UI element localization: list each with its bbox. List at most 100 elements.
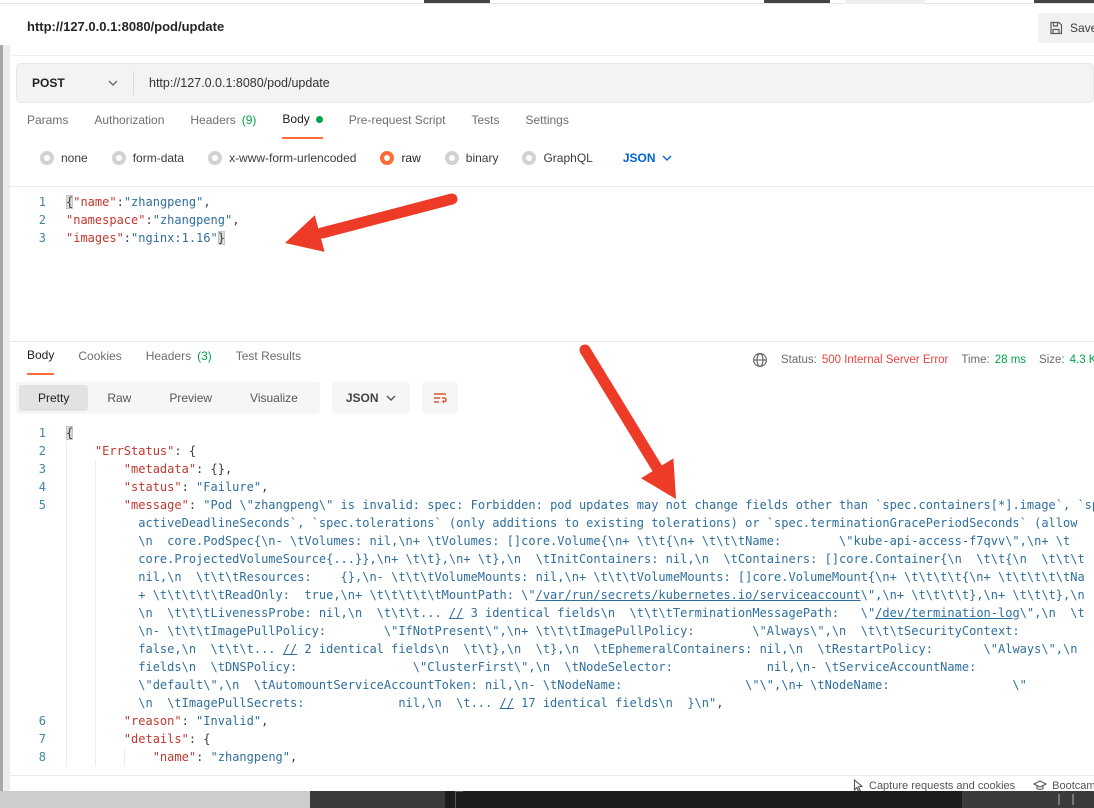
background-tab-remnant — [764, 0, 830, 3]
code-text: "reason": "Invalid", — [66, 712, 268, 730]
response-tab-body[interactable]: Body — [27, 348, 54, 375]
code-text: activeDeadlineSeconds`, `spec.toleration… — [66, 514, 1085, 532]
response-tab-test-results[interactable]: Test Results — [236, 348, 301, 375]
code-line: + \t\t\t\t\tReadOnly: true,\n+ \t\t\t\t\… — [0, 586, 1094, 604]
code-line: nil,\n \t\t\tResources: {},\n- \t\t\tVol… — [0, 568, 1094, 586]
view-tab-visualize[interactable]: Visualize — [231, 385, 317, 411]
code-text: "details": { — [66, 730, 211, 748]
body-mode-label: form-data — [133, 151, 184, 165]
view-tab-preview[interactable]: Preview — [150, 385, 231, 411]
body-mode-label: binary — [466, 151, 499, 165]
radio-icon — [112, 151, 126, 165]
code-line: activeDeadlineSeconds`, `spec.toleration… — [0, 514, 1094, 532]
tab-label: Headers — [190, 113, 235, 127]
tab-label: Authorization — [94, 113, 164, 127]
background-tab-remnant — [1034, 0, 1094, 3]
code-text: + \t\t\t\t\tReadOnly: true,\n+ \t\t\t\t\… — [66, 586, 1085, 604]
indent-guide — [455, 791, 463, 808]
size-field: Size: 4.3 KB — [1039, 354, 1094, 366]
code-text: \n core.PodSpec{\n- \tVolumes: nil,\n+ \… — [66, 532, 1070, 550]
view-tab-group: PrettyRawPreviewVisualize — [16, 382, 320, 414]
request-tabs: Params Authorization Headers (9) Body Pre-req… — [27, 112, 569, 139]
background-tab-remnant — [424, 0, 490, 3]
tab-pre-request-script[interactable]: Pre-request Script — [349, 112, 446, 139]
view-tab-pretty[interactable]: Pretty — [19, 385, 88, 411]
background-tab-remnant — [845, 0, 925, 4]
code-text: "metadata": {}, — [66, 460, 232, 478]
tab-body[interactable]: Body — [282, 112, 322, 139]
code-line: 4 "status": "Failure", — [0, 478, 1094, 496]
code-text: \n- \t\t\tImagePullPolicy: \"IfNotPresen… — [66, 622, 1020, 640]
response-format-selector[interactable]: JSON — [332, 382, 410, 414]
tab-label: Tests — [471, 113, 499, 127]
body-mode-label: x-www-form-urlencoded — [229, 151, 356, 165]
wrap-text-button[interactable] — [422, 382, 458, 414]
background-window-mark — [1072, 794, 1074, 805]
body-format-selector[interactable]: JSON — [623, 151, 672, 165]
response-view-bar: PrettyRawPreviewVisualize JSON — [16, 382, 458, 414]
response-tab-cookies[interactable]: Cookies — [78, 348, 121, 375]
body-mode-label: none — [61, 151, 88, 165]
tab-label: Cookies — [78, 349, 121, 363]
code-text: {"name":"zhangpeng", — [66, 193, 211, 211]
code-text: "message": "Pod \"zhangpeng\" is invalid… — [66, 496, 1094, 514]
tab-label: Body — [282, 112, 309, 126]
save-button[interactable]: Save — [1038, 13, 1094, 43]
response-meta: Status: 500 Internal Server Error Time: … — [752, 352, 1094, 368]
code-text: "namespace":"zhangpeng", — [66, 211, 239, 229]
status-label: Status: — [781, 354, 817, 366]
code-text: fields\n \tDNSPolicy: \"ClusterFirst\",\… — [66, 658, 976, 676]
tab-label: Settings — [526, 113, 569, 127]
method-selector[interactable]: POST — [17, 76, 133, 90]
body-mode-raw[interactable]: raw — [380, 151, 420, 165]
tab-label: Params — [27, 113, 68, 127]
code-text: core.ProjectedVolumeSource{...}},\n+ \t\… — [66, 550, 1085, 568]
code-line: \n core.PodSpec{\n- \tVolumes: nil,\n+ \… — [0, 532, 1094, 550]
code-line: 7 "details": { — [0, 730, 1094, 748]
tab-settings[interactable]: Settings — [526, 112, 569, 139]
body-mode-x-www-form-urlencoded[interactable]: x-www-form-urlencoded — [208, 151, 356, 165]
background-window-mark — [1058, 794, 1060, 805]
url-input[interactable]: http://127.0.0.1:8080/pod/update — [134, 76, 330, 90]
code-text: \n \t\t\tLivenessProbe: nil,\n \t\t\t...… — [66, 604, 1085, 622]
save-label: Save — [1070, 21, 1094, 35]
tab-authorization[interactable]: Authorization — [94, 112, 164, 139]
body-mode-binary[interactable]: binary — [445, 151, 499, 165]
tab-tests[interactable]: Tests — [471, 112, 499, 139]
tab-headers[interactable]: Headers (9) — [190, 112, 256, 139]
background-tabbar-sliver — [0, 0, 1094, 4]
postman-window: http://127.0.0.1:8080/pod/update Save PO… — [0, 0, 1094, 808]
response-tab-headers[interactable]: Headers(3) — [146, 348, 212, 375]
code-text: "images":"nginx:1.16"} — [66, 229, 225, 247]
body-mode-form-data[interactable]: form-data — [112, 151, 184, 165]
response-format-label: JSON — [346, 391, 379, 405]
graduation-cap-icon — [1033, 780, 1047, 791]
view-tab-raw[interactable]: Raw — [88, 385, 150, 411]
request-body-editor[interactable]: 1{"name":"zhangpeng",2"namespace":"zhang… — [0, 186, 1094, 336]
code-line: \n \tImagePullSecrets: nil,\n \t... // 1… — [0, 694, 1094, 712]
tab-label: Body — [27, 348, 54, 362]
background-window-dark: if err != nil { — [310, 791, 1094, 808]
radio-icon — [445, 151, 459, 165]
tab-count: (3) — [197, 349, 212, 363]
wrap-text-icon — [432, 390, 448, 406]
body-mode-none[interactable]: none — [40, 151, 88, 165]
bootcamp-button[interactable]: Bootcamp — [1033, 780, 1094, 792]
size-label: Size: — [1039, 354, 1065, 366]
response-separator — [0, 341, 1094, 342]
tab-params[interactable]: Params — [27, 112, 68, 139]
code-text: nil,\n \t\t\tResources: {},\n- \t\t\tVol… — [66, 568, 1085, 586]
tab-label: Test Results — [236, 349, 301, 363]
method-label: POST — [32, 76, 65, 90]
tab-count: (9) — [242, 113, 257, 127]
url-bar: POST http://127.0.0.1:8080/pod/update — [16, 63, 1094, 103]
chevron-down-icon — [386, 395, 396, 401]
body-mode-graphql[interactable]: GraphQL — [522, 151, 592, 165]
code-text: false,\n \t\t\t... // 2 identical fields… — [66, 640, 1077, 658]
time-value: 28 ms — [995, 354, 1026, 366]
size-value: 4.3 KB — [1070, 354, 1094, 366]
code-line: \"default\",\n \tAutomountServiceAccount… — [0, 676, 1094, 694]
response-body-editor[interactable]: 1{2 "ErrStatus": {3 "metadata": {},4 "st… — [0, 424, 1094, 770]
response-tabs: Body Cookies Headers(3) Test Results — [27, 348, 301, 375]
code-line: 5 "message": "Pod \"zhangpeng\" is inval… — [0, 496, 1094, 514]
